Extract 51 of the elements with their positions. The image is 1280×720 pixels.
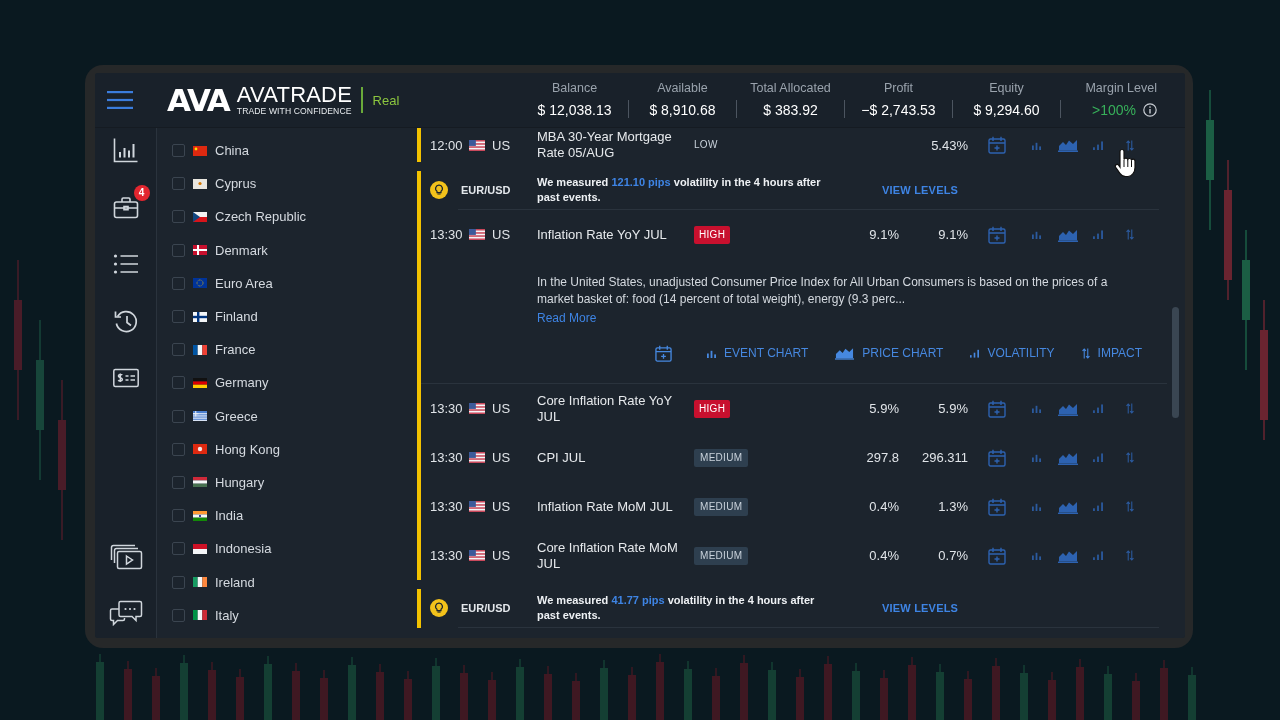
impact-badge: MEDIUM	[694, 448, 749, 467]
brand-name: AVATRADE	[236, 84, 353, 106]
stat-label: Margin Level	[1085, 80, 1157, 96]
currency-pair: EUR/USD	[461, 184, 512, 196]
country-code: US	[492, 548, 512, 563]
stat-value: $ 8,910.68	[649, 101, 716, 120]
event-time: 13:30	[430, 401, 464, 416]
stat-value: >100%	[1092, 101, 1136, 120]
event-value: 0.4%	[869, 499, 899, 514]
stat-value: −$ 2,743.53	[861, 101, 936, 120]
country-code: US	[492, 137, 512, 153]
event-value: 0.4%	[869, 548, 899, 563]
event-value: 296.311	[921, 450, 968, 465]
account-type-label: Real	[372, 92, 400, 108]
impact-label: LOW	[694, 138, 718, 152]
logo-mark: AVA	[167, 84, 229, 116]
stat-value: $ 383.92	[763, 101, 818, 120]
stat-value: $ 9,294.60	[973, 101, 1040, 120]
impact-badge: HIGH	[694, 225, 731, 244]
event-value: 5.9%	[938, 401, 968, 416]
event-value: 0.7%	[938, 548, 968, 563]
event-value: 1.3%	[938, 499, 968, 514]
brand-tagline: TRADE WITH CONFIDENCE	[236, 106, 353, 116]
event-time: 13:30	[430, 450, 464, 465]
event-value: 5.9%	[869, 401, 899, 416]
event-time: 13:30	[430, 548, 464, 563]
country-code: US	[492, 499, 512, 514]
event-description: In the United States, unadjusted Consumer Price Index for All Urban Consumers is based on the prices of a market basket of: food (14 percent of total weight), energy (9.3 perc...	[537, 274, 1109, 308]
stat-label: Equity	[989, 80, 1024, 96]
volatility-note: We measured 41.77 pips volatility in the 4 hours after past events.	[537, 593, 816, 623]
notification-badge: 4	[133, 185, 150, 201]
stat-value: $ 12,038.13	[537, 101, 612, 120]
event-time: 12:00	[430, 137, 464, 153]
volatility-note: We measured 121.10 pips volatility in the 4 hours after past events.	[537, 175, 822, 205]
event-time: 13:30	[430, 499, 464, 514]
event-value: 5.43%	[931, 137, 968, 153]
currency-pair: EUR/USD	[461, 602, 512, 614]
event-value: 9.1%	[869, 227, 899, 242]
stat-label: Total Allocated	[750, 80, 831, 96]
country-code: US	[492, 227, 512, 242]
impact-badge: MEDIUM	[694, 497, 749, 516]
event-value: 297.8	[866, 450, 899, 465]
country-code: US	[492, 401, 512, 416]
impact-badge: MEDIUM	[694, 546, 749, 565]
country-code: US	[492, 450, 512, 465]
event-value: 9.1%	[938, 227, 968, 242]
stat-label: Balance	[551, 80, 598, 96]
impact-badge: HIGH	[694, 399, 731, 418]
stat-label: Available	[657, 80, 708, 96]
stat-label: Profit	[883, 80, 914, 96]
event-time: 13:30	[430, 227, 464, 242]
